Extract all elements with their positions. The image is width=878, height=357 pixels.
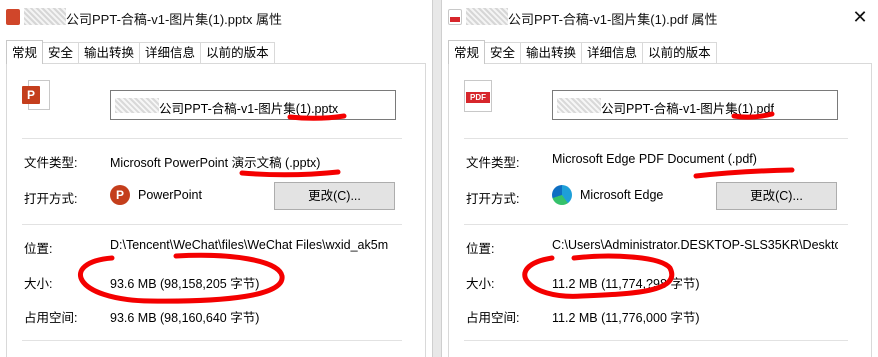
title-bar: 公司PPT-合稿-v1-图片集(1).pptx 属性 (0, 0, 432, 34)
tab-output-convert[interactable]: 输出转换 (78, 42, 141, 64)
tab-general[interactable]: 常规 (6, 40, 44, 64)
change-button[interactable]: 更改(C)... (274, 182, 395, 210)
tab-details[interactable]: 详细信息 (581, 42, 644, 64)
open-with-app-name: PowerPoint (138, 188, 202, 202)
size-on-disk-label: 占用空间: (466, 311, 520, 325)
redacted-name-prefix (115, 98, 159, 113)
tab-strip: 常规 安全 输出转换 详细信息 以前的版本 (448, 40, 717, 64)
size-value: 93.6 MB (98,158,205 字节) (110, 277, 260, 291)
separator (464, 138, 848, 139)
tab-previous-versions[interactable]: 以前的版本 (642, 42, 717, 64)
location-label: 位置: (466, 242, 495, 256)
size-on-disk-label: 占用空间: (24, 311, 78, 325)
file-name-value: 公司PPT-合稿-v1-图片集(1).pptx (159, 102, 339, 116)
open-with-app-name: Microsoft Edge (580, 188, 664, 202)
tab-strip: 常规 安全 输出转换 详细信息 以前的版本 (6, 40, 275, 64)
file-type-label: 文件类型: (466, 156, 520, 170)
location-value: C:\Users\Administrator.DESKTOP-SLS35KR\D… (552, 238, 838, 252)
pdf-properties-dialog: 公司PPT-合稿-v1-图片集(1).pdf 属性 ✕ 常规 安全 输出转换 详… (442, 0, 878, 357)
separator (22, 138, 402, 139)
close-icon: ✕ (852, 7, 868, 27)
redacted-title-prefix (466, 8, 508, 25)
window-title: 公司PPT-合稿-v1-图片集(1).pdf 属性 (508, 12, 718, 27)
pdf-file-icon: PDF (464, 80, 492, 112)
file-name-field[interactable]: 公司PPT-合稿-v1-图片集(1).pptx (110, 90, 396, 120)
location-label: 位置: (24, 242, 53, 256)
change-button[interactable]: 更改(C)... (716, 182, 837, 210)
separator (22, 224, 402, 225)
size-label: 大小: (24, 277, 53, 291)
powerpoint-file-icon: P (22, 80, 50, 112)
separator (464, 224, 848, 225)
redacted-title-prefix (24, 8, 66, 25)
tab-security[interactable]: 安全 (484, 42, 522, 64)
file-type-value: Microsoft Edge PDF Document (.pdf) (552, 152, 757, 166)
open-with-label: 打开方式: (466, 192, 520, 206)
redacted-name-prefix (557, 98, 601, 113)
tab-previous-versions[interactable]: 以前的版本 (200, 42, 275, 64)
pptx-properties-dialog: 公司PPT-合稿-v1-图片集(1).pptx 属性 常规 安全 输出转换 详细… (0, 0, 432, 357)
window-title: 公司PPT-合稿-v1-图片集(1).pptx 属性 (66, 12, 282, 27)
size-value: 11.2 MB (11,774,?98 字节) (552, 277, 700, 291)
file-name-value: 公司PPT-合稿-v1-图片集(1).pdf (601, 102, 774, 116)
file-name-field[interactable]: 公司PPT-合稿-v1-图片集(1).pdf (552, 90, 838, 120)
open-with-label: 打开方式: (24, 192, 78, 206)
size-label: 大小: (466, 277, 495, 291)
tab-output-convert[interactable]: 输出转换 (520, 42, 583, 64)
separator (22, 340, 402, 341)
powerpoint-icon (6, 9, 20, 25)
location-value: D:\Tencent\WeChat\files\WeChat Files\wxi… (110, 238, 389, 252)
edge-app-icon (552, 185, 572, 205)
size-on-disk-value: 93.6 MB (98,160,640 字节) (110, 311, 260, 325)
file-type-label: 文件类型: (24, 156, 78, 170)
tab-general[interactable]: 常规 (448, 40, 486, 64)
tab-security[interactable]: 安全 (42, 42, 80, 64)
powerpoint-app-icon: P (110, 185, 130, 205)
title-bar: 公司PPT-合稿-v1-图片集(1).pdf 属性 ✕ (442, 0, 878, 34)
separator (464, 340, 848, 341)
size-on-disk-value: 11.2 MB (11,776,000 字节) (552, 311, 700, 325)
window-gap (432, 0, 442, 357)
tab-details[interactable]: 详细信息 (139, 42, 202, 64)
close-button[interactable]: ✕ (850, 7, 870, 27)
pdf-icon (448, 9, 462, 25)
file-type-value: Microsoft PowerPoint 演示文稿 (.pptx) (110, 156, 321, 170)
